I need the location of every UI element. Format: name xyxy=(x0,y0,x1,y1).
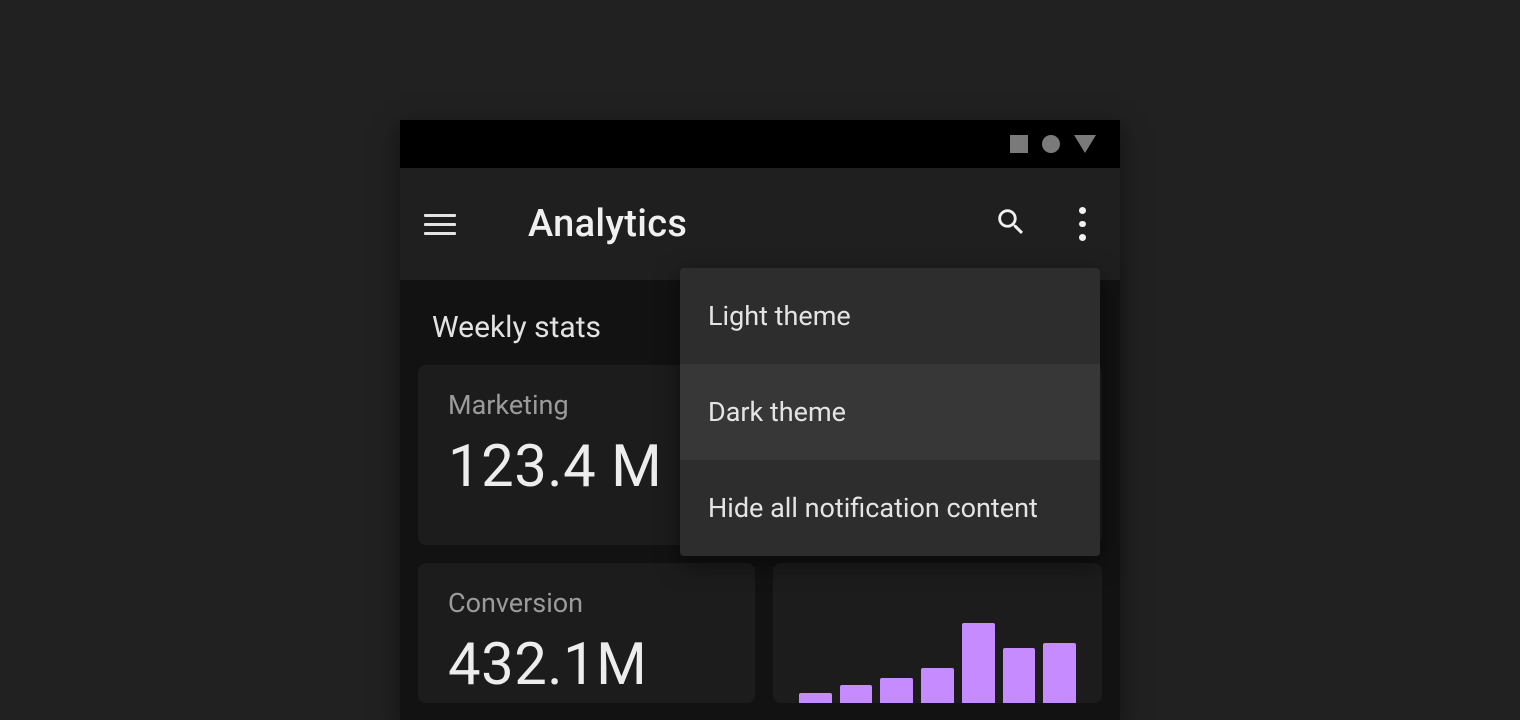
app-title: Analytics xyxy=(528,202,687,246)
stat-value: 432.1M xyxy=(448,631,725,699)
status-bar xyxy=(400,120,1120,168)
bar xyxy=(1043,643,1076,703)
more-vert-icon[interactable] xyxy=(1068,207,1096,241)
menu-item-dark-theme[interactable]: Dark theme xyxy=(680,364,1100,460)
bar xyxy=(799,693,832,703)
menu-item-hide-notifications[interactable]: Hide all notification content xyxy=(680,460,1100,556)
bar xyxy=(840,685,873,703)
bar xyxy=(921,668,954,703)
bar-chart xyxy=(799,603,1076,703)
menu-item-light-theme[interactable]: Light theme xyxy=(680,268,1100,364)
bar xyxy=(962,623,995,703)
app-bar: Analytics xyxy=(400,168,1120,280)
conversion-card[interactable]: Conversion 432.1M xyxy=(418,563,755,703)
overflow-menu: Light theme Dark theme Hide all notifica… xyxy=(680,268,1100,556)
status-square-icon xyxy=(1010,135,1028,153)
bar xyxy=(1003,648,1036,703)
menu-icon[interactable] xyxy=(424,208,456,240)
chart-card[interactable] xyxy=(773,563,1102,703)
search-icon[interactable] xyxy=(994,205,1028,243)
status-circle-icon xyxy=(1042,135,1060,153)
stat-label: Conversion xyxy=(448,587,725,619)
status-triangle-icon xyxy=(1074,135,1096,153)
bar xyxy=(880,678,913,703)
